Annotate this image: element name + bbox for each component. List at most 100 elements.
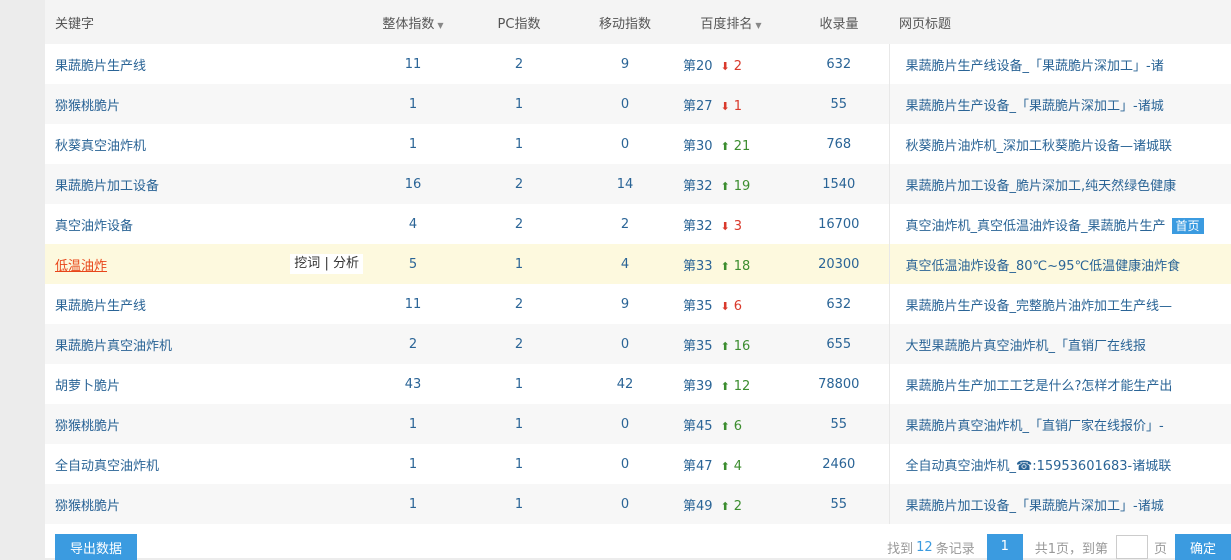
indexed-count-cell: 1540	[822, 176, 856, 192]
rank-change: 6	[733, 418, 743, 434]
table-row: 果蔬脆片真空油炸机 2 2 0 第35 ⬆ 16 655 大型果蔬脆片真空油炸机_「…	[45, 324, 1231, 364]
homepage-badge: 首页	[1171, 217, 1204, 234]
keyword-cell: 果蔬脆片真空油炸机	[45, 324, 365, 364]
goto-page-input[interactable]	[1115, 535, 1148, 559]
arrow-up-icon: ⬆	[720, 379, 730, 393]
page-title-cell: 果蔬脆片加工设备_「果蔬脆片深加工」-诸城	[888, 484, 1231, 524]
sort-desc-icon[interactable]: ▼	[755, 21, 761, 30]
keyword-link[interactable]: 果蔬脆片加工设备	[55, 179, 159, 194]
rank-value: 第20	[683, 58, 713, 74]
tools-separator: |	[324, 256, 329, 271]
sort-desc-icon[interactable]: ▼	[437, 21, 443, 30]
page-title-link[interactable]: 果蔬脆片生产加工工艺是什么?怎样才能生产出	[906, 379, 1173, 394]
keyword-cell: 猕猴桃脆片	[45, 484, 365, 524]
mobile-index-cell: 9	[620, 296, 630, 312]
keyword-link[interactable]: 秋葵真空油炸机	[55, 139, 146, 154]
table-row: 真空油炸设备 4 2 2 第32 ⬇ 3 16700 真空油炸机_真空低温油炸设备_…	[45, 204, 1231, 244]
arrow-up-icon: ⬆	[720, 139, 730, 153]
arrow-down-icon: ⬇	[720, 219, 730, 233]
page-title-link[interactable]: 真空油炸机_真空低温油炸设备_果蔬脆片生产	[906, 219, 1166, 234]
page-title-cell: 秋葵脆片油炸机_深加工秋葵脆片设备—诸城联	[888, 124, 1231, 164]
keyword-cell: 胡萝卜脆片	[45, 364, 365, 404]
keyword-link[interactable]: 胡萝卜脆片	[55, 379, 120, 394]
analyze-link[interactable]: 分析	[333, 256, 359, 271]
overall-index-cell: 11	[404, 56, 422, 72]
page-title-link[interactable]: 果蔬脆片加工设备_脆片深加工,纯天然绿色健康	[906, 179, 1177, 194]
page-title-link[interactable]: 真空低温油炸设备_80℃~95℃低温健康油炸食	[906, 259, 1181, 274]
keyword-link[interactable]: 猕猴桃脆片	[55, 499, 120, 514]
rank-change: 3	[733, 218, 743, 234]
export-data-button[interactable]: 导出数据	[55, 534, 137, 560]
rank-value: 第27	[683, 98, 713, 114]
arrow-up-icon: ⬆	[720, 419, 730, 433]
keyword-cell: 果蔬脆片生产线	[45, 44, 365, 84]
page-title-cell: 真空油炸机_真空低温油炸设备_果蔬脆片生产 首页	[888, 204, 1231, 244]
table-row: 猕猴桃脆片 1 1 0 第27 ⬇ 1 55 果蔬脆片生产设备_「果蔬脆片深加工」-…	[45, 84, 1231, 124]
rank-cell: 第20 ⬇ 2	[673, 44, 789, 84]
overall-index-cell: 1	[408, 136, 418, 152]
found-prefix: 找到	[887, 541, 914, 557]
page-title-link[interactable]: 果蔬脆片生产设备_「果蔬脆片深加工」-诸城	[906, 99, 1164, 114]
rank-change: 16	[733, 338, 751, 354]
rank-change: 6	[733, 298, 743, 314]
arrow-up-icon: ⬆	[720, 339, 730, 353]
mobile-index-cell: 0	[620, 416, 630, 432]
current-page-button[interactable]: 1	[986, 534, 1023, 560]
keyword-link[interactable]: 果蔬脆片生产线	[55, 59, 146, 74]
keyword-link[interactable]: 低温油炸	[55, 259, 107, 274]
overall-index-cell: 1	[408, 416, 418, 432]
keyword-ranking-panel: 关键字 整体指数 ▼ PC指数 移动指数 百度排名 ▼ 收录量 网页标题 果蔬脆片生…	[45, 0, 1231, 560]
rank-value: 第30	[683, 138, 713, 154]
pc-index-cell: 1	[514, 136, 524, 152]
table-row: 猕猴桃脆片 1 1 0 第49 ⬆ 2 55 果蔬脆片加工设备_「果蔬脆片深加工」-…	[45, 484, 1231, 524]
arrow-up-icon: ⬆	[720, 499, 730, 513]
indexed-count-cell: 55	[830, 416, 848, 432]
col-baidu-rank[interactable]: 百度排名 ▼	[673, 0, 789, 44]
keyword-link[interactable]: 猕猴桃脆片	[55, 419, 120, 434]
indexed-count-cell: 655	[826, 336, 852, 352]
arrow-up-icon: ⬆	[720, 179, 730, 193]
keyword-link[interactable]: 全自动真空油炸机	[55, 459, 159, 474]
mobile-index-cell: 2	[620, 216, 630, 232]
page-title-link[interactable]: 果蔬脆片真空油炸机_「直销厂家在线报价」-	[906, 419, 1164, 434]
page-title-link[interactable]: 秋葵脆片油炸机_深加工秋葵脆片设备—诸城联	[906, 139, 1173, 154]
rank-value: 第49	[683, 498, 713, 514]
keyword-cell: 全自动真空油炸机	[45, 444, 365, 484]
indexed-count-cell: 55	[830, 496, 848, 512]
keyword-link[interactable]: 果蔬脆片真空油炸机	[55, 339, 172, 354]
keyword-link[interactable]: 猕猴桃脆片	[55, 99, 120, 114]
overall-index-cell: 1	[408, 96, 418, 112]
table-row: 胡萝卜脆片 43 1 42 第39 ⬆ 12 78800 果蔬脆片生产加工工艺是什么…	[45, 364, 1231, 404]
mobile-index-cell: 9	[620, 56, 630, 72]
keyword-link[interactable]: 真空油炸设备	[55, 219, 133, 234]
col-page-title: 网页标题	[899, 16, 952, 32]
mobile-index-cell: 0	[620, 336, 630, 352]
rank-value: 第32	[683, 218, 713, 234]
page-title-link[interactable]: 果蔬脆片生产设备_完整脆片油炸加工生产线—	[906, 299, 1173, 314]
rank-value: 第35	[683, 338, 713, 354]
rank-cell: 第47 ⬆ 4	[673, 444, 789, 484]
page-title-link[interactable]: 全自动真空油炸机_☎:15953601683-诸城联	[906, 459, 1172, 474]
page-title-cell: 果蔬脆片生产加工工艺是什么?怎样才能生产出	[888, 364, 1231, 404]
pc-index-cell: 2	[514, 176, 524, 192]
rank-value: 第35	[683, 298, 713, 314]
page-title-link[interactable]: 大型果蔬脆片真空油炸机_「直销厂在线报	[906, 339, 1147, 354]
pc-index-cell: 2	[514, 56, 524, 72]
total-pages-text: 共1页，到第	[1034, 541, 1108, 557]
col-overall-index[interactable]: 整体指数 ▼	[365, 0, 461, 44]
page-unit: 页	[1153, 541, 1167, 557]
page-title-link[interactable]: 果蔬脆片加工设备_「果蔬脆片深加工」-诸城	[906, 499, 1164, 514]
rank-value: 第45	[683, 418, 713, 434]
page-title-link[interactable]: 果蔬脆片生产线设备_「果蔬脆片深加工」-诸	[906, 59, 1164, 74]
rank-cell: 第32 ⬆ 19	[673, 164, 789, 204]
rank-change: 2	[733, 58, 743, 74]
confirm-button[interactable]: 确定	[1175, 534, 1231, 560]
table-body: 果蔬脆片生产线 11 2 9 第20 ⬇ 2 632 果蔬脆片生产线设备_「果蔬脆片…	[45, 44, 1231, 524]
indexed-count-cell: 55	[830, 96, 848, 112]
table-row: 低温油炸 挖词 | 分析 5 1 4 第33 ⬆ 18 20300 真空低温油炸设备…	[45, 244, 1231, 284]
mine-words-link[interactable]: 挖词	[294, 256, 320, 271]
col-mobile-index: 移动指数	[598, 16, 651, 32]
rank-cell: 第35 ⬆ 16	[673, 324, 789, 364]
keyword-link[interactable]: 果蔬脆片生产线	[55, 299, 146, 314]
arrow-up-icon: ⬆	[720, 259, 730, 273]
